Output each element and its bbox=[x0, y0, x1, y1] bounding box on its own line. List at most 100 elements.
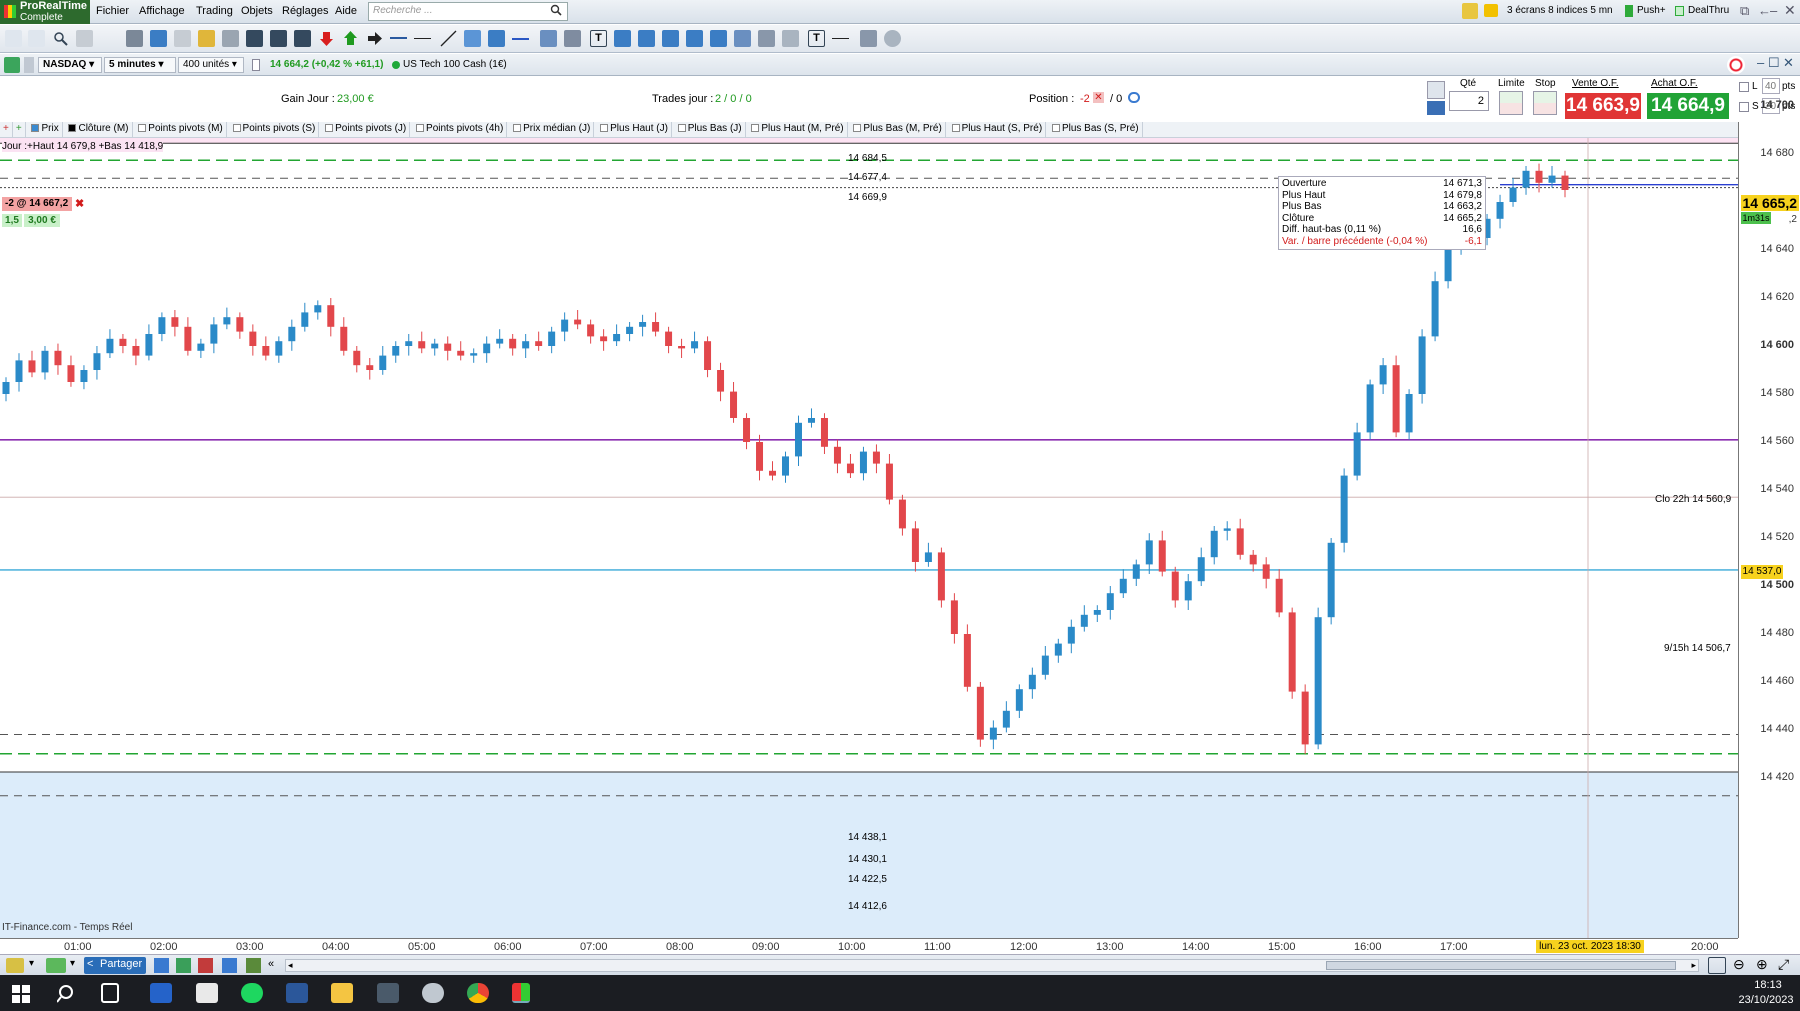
indicator-pivots-m[interactable]: Points pivots (M) bbox=[135, 122, 227, 137]
trendline-icon[interactable] bbox=[440, 30, 457, 47]
rewind-icon[interactable]: « bbox=[268, 958, 274, 970]
range-icon[interactable] bbox=[614, 30, 631, 47]
timeframe-select[interactable]: 5 minutes ▾ bbox=[104, 57, 176, 73]
minimize-icon[interactable]: – bbox=[1770, 3, 1777, 18]
spotify-icon[interactable] bbox=[241, 983, 263, 1003]
indicator-plus-bas-j[interactable]: Plus Bas (J) bbox=[675, 122, 746, 137]
text-icon[interactable]: T bbox=[590, 30, 607, 47]
order-tag[interactable]: -2 @ 14 667,2 bbox=[2, 197, 72, 211]
add-overlay-button[interactable]: + bbox=[13, 122, 26, 137]
dropdown-arrow-icon[interactable]: ▾ bbox=[29, 958, 34, 969]
fibo-icon[interactable] bbox=[540, 30, 557, 47]
alert-icon[interactable] bbox=[1462, 3, 1478, 19]
trash-icon[interactable] bbox=[222, 30, 239, 47]
window-minimize-icon[interactable]: – bbox=[1757, 55, 1764, 70]
checkbox[interactable] bbox=[1051, 124, 1060, 132]
menu-objets[interactable]: Objets bbox=[241, 5, 273, 17]
search-taskbar-icon[interactable] bbox=[57, 984, 77, 1004]
price-axis[interactable]: 14 70014 68014 66014 64014 62014 60014 5… bbox=[1738, 99, 1800, 938]
word-icon[interactable] bbox=[286, 983, 308, 1003]
indicator-pivots-j[interactable]: Points pivots (J) bbox=[322, 122, 411, 137]
checkbox[interactable] bbox=[951, 124, 960, 132]
checkbox[interactable] bbox=[513, 124, 522, 132]
channel-icon[interactable] bbox=[464, 30, 481, 47]
cursor-tool-icon[interactable] bbox=[126, 30, 143, 47]
horizontal-scrollbar[interactable]: ◂ ▸ bbox=[285, 959, 1699, 972]
push-button[interactable]: Push+ bbox=[1637, 5, 1666, 16]
indicator-plus-haut-s[interactable]: Plus Haut (S, Pré) bbox=[949, 122, 1047, 137]
candlestick-chart[interactable] bbox=[0, 138, 1738, 938]
range2-icon[interactable] bbox=[638, 30, 655, 47]
channel2-icon[interactable] bbox=[488, 30, 505, 47]
chrome-icon[interactable] bbox=[467, 983, 489, 1003]
message-icon[interactable] bbox=[1484, 4, 1498, 17]
indicator-plus-haut-m[interactable]: Plus Haut (M, Pré) bbox=[748, 122, 848, 137]
l-pts-input[interactable]: 40 bbox=[1762, 78, 1780, 94]
range3-icon[interactable] bbox=[662, 30, 679, 47]
eraser-icon[interactable] bbox=[782, 30, 799, 47]
menu-aide[interactable]: Aide bbox=[335, 5, 357, 17]
menu-fichier[interactable]: Fichier bbox=[96, 5, 129, 17]
indicator-pivots-4h[interactable]: Points pivots (4h) bbox=[413, 122, 508, 137]
down-arrow-icon[interactable] bbox=[318, 30, 335, 47]
scroll-thumb[interactable] bbox=[1326, 961, 1676, 970]
checkbox[interactable] bbox=[416, 124, 425, 132]
grid-icon[interactable] bbox=[564, 30, 581, 47]
up-arrow-icon[interactable] bbox=[342, 30, 359, 47]
zoom-out-icon[interactable]: ⊖ bbox=[1733, 956, 1745, 973]
windows-start-icon[interactable] bbox=[12, 985, 30, 1003]
search-input[interactable]: Recherche ... bbox=[368, 2, 568, 21]
detach-icon[interactable]: ⧉ bbox=[1740, 3, 1749, 19]
indicator-prix[interactable]: Prix bbox=[28, 122, 63, 137]
zoom-icon[interactable] bbox=[52, 30, 69, 47]
scale-icon[interactable] bbox=[860, 30, 877, 47]
time-axis[interactable]: 01:00 02:00 03:00 04:00 05:00 06:00 07:00 08:00… bbox=[0, 938, 1738, 954]
store-icon[interactable] bbox=[150, 983, 172, 1003]
share-button[interactable]: < Partager bbox=[84, 957, 146, 974]
wrench-icon[interactable] bbox=[1427, 81, 1445, 99]
menu-affichage[interactable]: Affichage bbox=[139, 5, 185, 17]
browser-icon[interactable] bbox=[422, 983, 444, 1003]
prorealtime-taskbar-icon[interactable] bbox=[512, 983, 530, 1003]
measure-icon[interactable] bbox=[758, 30, 775, 47]
indicator-plus-bas-m[interactable]: Plus Bas (M, Pré) bbox=[850, 122, 946, 137]
limit-order-button[interactable] bbox=[1499, 91, 1523, 115]
ruler-icon[interactable] bbox=[76, 30, 93, 47]
range4-icon[interactable] bbox=[686, 30, 703, 47]
bell-icon[interactable] bbox=[198, 30, 215, 47]
sell-button[interactable]: 14 663,9 bbox=[1565, 93, 1641, 119]
pen-icon[interactable] bbox=[294, 30, 311, 47]
indicator-plus-haut-j[interactable]: Plus Haut (J) bbox=[597, 122, 672, 137]
units-select[interactable]: 400 unités ▾ bbox=[178, 57, 244, 73]
range6-icon[interactable] bbox=[734, 30, 751, 47]
market-select[interactable]: NASDAQ ▾ bbox=[38, 57, 102, 73]
move-icon[interactable] bbox=[150, 30, 167, 47]
indicator-pivots-s[interactable]: Points pivots (S) bbox=[230, 122, 320, 137]
range5-icon[interactable] bbox=[710, 30, 727, 47]
window-maximize-icon[interactable]: ☐ bbox=[1768, 55, 1780, 71]
add-indicator-button[interactable]: + bbox=[0, 122, 13, 137]
l-checkbox[interactable] bbox=[1739, 82, 1749, 92]
checkbox[interactable] bbox=[232, 124, 241, 132]
chart-type-icon[interactable] bbox=[4, 57, 20, 73]
hline-blue-icon[interactable] bbox=[512, 30, 529, 47]
link-icon[interactable] bbox=[24, 57, 34, 73]
checkbox[interactable] bbox=[600, 124, 609, 132]
scroll-right-icon[interactable]: ▸ bbox=[1691, 960, 1696, 971]
window-close-icon[interactable]: ✕ bbox=[1783, 55, 1794, 71]
calculator-icon[interactable] bbox=[377, 983, 399, 1003]
dropdown-arrow-icon[interactable]: ▾ bbox=[70, 958, 75, 969]
table-icon[interactable] bbox=[198, 958, 213, 973]
scroll-left-icon[interactable]: ◂ bbox=[288, 960, 293, 971]
checkbox[interactable] bbox=[325, 124, 334, 132]
segment-icon[interactable] bbox=[270, 30, 287, 47]
fullscreen-icon[interactable]: ⤢ bbox=[1778, 956, 1789, 973]
cancel-order-icon[interactable]: ✖ bbox=[75, 197, 88, 211]
dealthru-button[interactable]: DealThru bbox=[1688, 5, 1729, 16]
list-icon[interactable] bbox=[176, 958, 191, 973]
file-explorer-icon[interactable] bbox=[331, 983, 353, 1003]
pointer-icon[interactable] bbox=[28, 30, 45, 47]
copy-icon[interactable] bbox=[174, 30, 191, 47]
task-view-icon[interactable] bbox=[101, 983, 119, 1003]
checkbox[interactable] bbox=[853, 124, 862, 132]
